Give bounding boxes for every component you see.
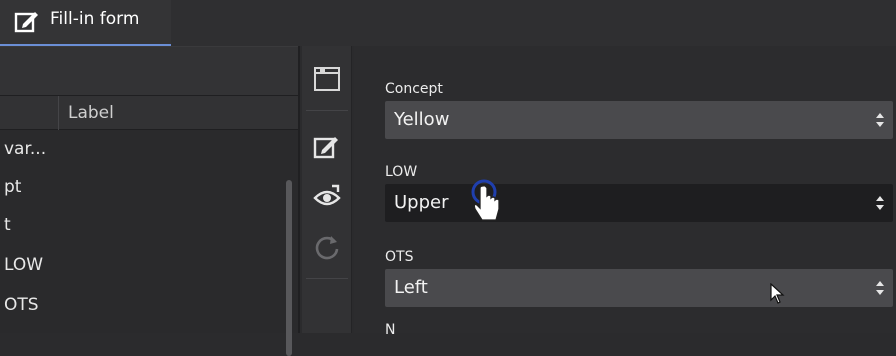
hand-cursor-icon — [471, 179, 500, 221]
top-bar: Fill-in form — [0, 0, 896, 46]
table-row[interactable]: t — [4, 206, 274, 244]
table-row[interactable]: var... — [4, 130, 274, 168]
ots-select[interactable]: Left — [385, 269, 893, 307]
refresh-icon[interactable] — [312, 232, 342, 262]
variables-panel: Label var... pt t LOW OTS — [0, 46, 300, 356]
table-header: Label — [0, 96, 298, 130]
concept-value: Yellow — [394, 109, 450, 130]
edit-form-icon — [14, 12, 38, 33]
low-label: LOW — [385, 164, 418, 180]
tab-label: Fill-in form — [50, 9, 140, 29]
select-arrows-icon — [876, 113, 884, 127]
fill-in-form: Concept Yellow LOW Upper OTS Left N — [354, 46, 896, 338]
select-arrows-icon — [876, 281, 884, 295]
panel-header — [0, 46, 298, 96]
strip-divider — [306, 110, 348, 111]
next-field-label: N — [385, 322, 396, 338]
ots-label: OTS — [385, 249, 414, 265]
low-select[interactable]: Upper — [385, 184, 893, 222]
column-header-label[interactable]: Label — [68, 103, 114, 123]
panel-icon[interactable] — [312, 64, 342, 94]
concept-label: Concept — [385, 81, 443, 97]
strip-divider — [306, 278, 348, 279]
select-arrows-icon — [876, 196, 884, 210]
table-row[interactable]: pt — [4, 168, 274, 206]
ots-value: Left — [394, 277, 428, 298]
column-divider[interactable] — [58, 96, 59, 130]
table-row[interactable]: OTS — [4, 286, 274, 324]
table-row[interactable]: LOW — [4, 246, 274, 284]
tab-fill-in-form[interactable]: Fill-in form — [0, 0, 171, 46]
concept-select[interactable]: Yellow — [385, 101, 893, 139]
tool-strip — [302, 46, 352, 333]
arrow-cursor-icon — [770, 283, 785, 304]
low-value: Upper — [394, 192, 449, 213]
table-scrollbar[interactable] — [286, 180, 292, 356]
edit-icon[interactable] — [312, 132, 342, 162]
preview-icon[interactable] — [312, 182, 342, 212]
